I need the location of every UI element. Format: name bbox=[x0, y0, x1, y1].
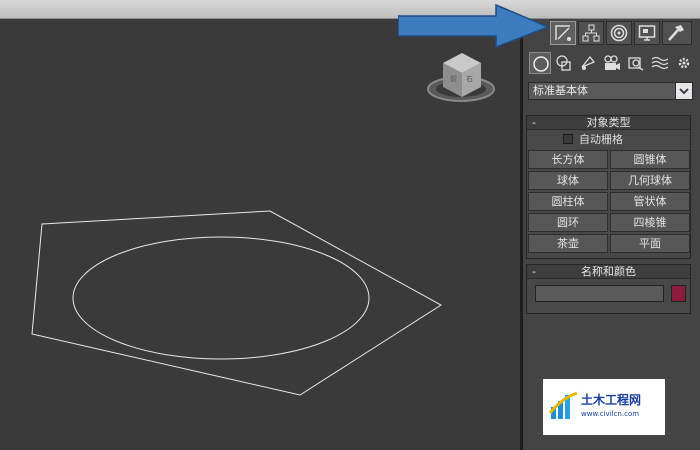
torus-button[interactable]: 圆环 bbox=[528, 213, 608, 232]
collapse-icon[interactable]: - bbox=[532, 116, 536, 129]
shapes-button[interactable] bbox=[553, 52, 575, 74]
teapot-button[interactable]: 茶壶 bbox=[528, 234, 608, 253]
name-color-title: 名称和颜色 bbox=[581, 265, 636, 278]
autogrid-label: 自动栅格 bbox=[579, 133, 623, 146]
name-color-header[interactable]: - 名称和颜色 bbox=[527, 265, 690, 279]
collapse-icon[interactable]: - bbox=[532, 265, 536, 278]
object-color-swatch[interactable] bbox=[671, 285, 686, 302]
gear-icon bbox=[678, 57, 690, 69]
object-type-title: 对象类型 bbox=[586, 116, 631, 129]
object-type-rollout: - 对象类型 自动栅格 长方体 圆锥体 球体 几何球体 圆柱体 管状体 圆环 四… bbox=[526, 115, 691, 259]
geometry-button[interactable] bbox=[529, 52, 551, 74]
utilities-tab[interactable] bbox=[662, 21, 692, 45]
civilcn-logo-icon bbox=[549, 391, 578, 419]
pentagon-shape bbox=[31, 210, 442, 396]
helpers-button[interactable] bbox=[625, 52, 647, 74]
category-dropdown[interactable]: 标准基本体 bbox=[528, 82, 693, 100]
helper-icon bbox=[628, 57, 644, 71]
wave-icon bbox=[651, 56, 669, 70]
motion-icon bbox=[610, 24, 628, 42]
create-icon bbox=[555, 25, 571, 41]
display-tab[interactable] bbox=[634, 21, 660, 45]
geosphere-button[interactable]: 几何球体 bbox=[610, 171, 690, 190]
cone-button[interactable]: 圆锥体 bbox=[610, 150, 690, 169]
lights-button[interactable] bbox=[577, 52, 599, 74]
object-type-header[interactable]: - 对象类型 bbox=[527, 116, 690, 130]
command-panel: 标准基本体 - 对象类型 自动栅格 长方体 圆锥体 球体 几何球体 圆柱体 管状… bbox=[398, 3, 700, 450]
svg-text:右: 右 bbox=[466, 74, 473, 83]
svg-text:前: 前 bbox=[450, 74, 457, 83]
box-button[interactable]: 长方体 bbox=[528, 150, 608, 169]
tube-button[interactable]: 管状体 bbox=[610, 192, 690, 211]
watermark-text: 土木工程网 bbox=[581, 393, 642, 407]
chevron-down-icon bbox=[679, 88, 689, 95]
create-subcategories bbox=[523, 52, 700, 76]
hierarchy-tab[interactable] bbox=[578, 21, 604, 45]
top-strip bbox=[0, 0, 700, 19]
cameras-button[interactable] bbox=[601, 52, 623, 74]
watermark-url: www.civilcn.com bbox=[581, 410, 640, 418]
autogrid-checkbox[interactable] bbox=[563, 134, 573, 144]
ellipse-shape bbox=[72, 236, 370, 360]
light-icon bbox=[581, 55, 596, 70]
pyramid-button[interactable]: 四棱锥 bbox=[610, 213, 690, 232]
name-color-rollout: - 名称和颜色 bbox=[526, 264, 691, 314]
cylinder-button[interactable]: 圆柱体 bbox=[528, 192, 608, 211]
create-tab[interactable] bbox=[550, 21, 576, 45]
sphere-button[interactable]: 球体 bbox=[528, 171, 608, 190]
space-warps-button[interactable] bbox=[649, 52, 671, 74]
dropdown-arrow-button[interactable] bbox=[675, 83, 692, 99]
pointer-arrow bbox=[398, 3, 550, 49]
shapes-icon bbox=[556, 55, 571, 71]
plane-button[interactable]: 平面 bbox=[610, 234, 690, 253]
hammer-icon bbox=[668, 25, 684, 41]
object-name-field[interactable] bbox=[535, 285, 664, 302]
systems-button[interactable] bbox=[673, 52, 695, 74]
viewcube-icon: 前 右 bbox=[427, 53, 495, 102]
category-dropdown-value: 标准基本体 bbox=[533, 84, 588, 97]
motion-tab[interactable] bbox=[606, 21, 632, 45]
watermark-logo: 土木工程网 www.civilcn.com bbox=[543, 379, 665, 435]
viewport-canvas[interactable]: 前 右 bbox=[0, 19, 520, 450]
hierarchy-icon bbox=[582, 24, 600, 42]
perspective-viewport[interactable]: 前 右 bbox=[0, 19, 520, 450]
camera-icon bbox=[604, 55, 620, 70]
display-icon bbox=[638, 25, 656, 41]
sphere-icon bbox=[533, 56, 549, 72]
